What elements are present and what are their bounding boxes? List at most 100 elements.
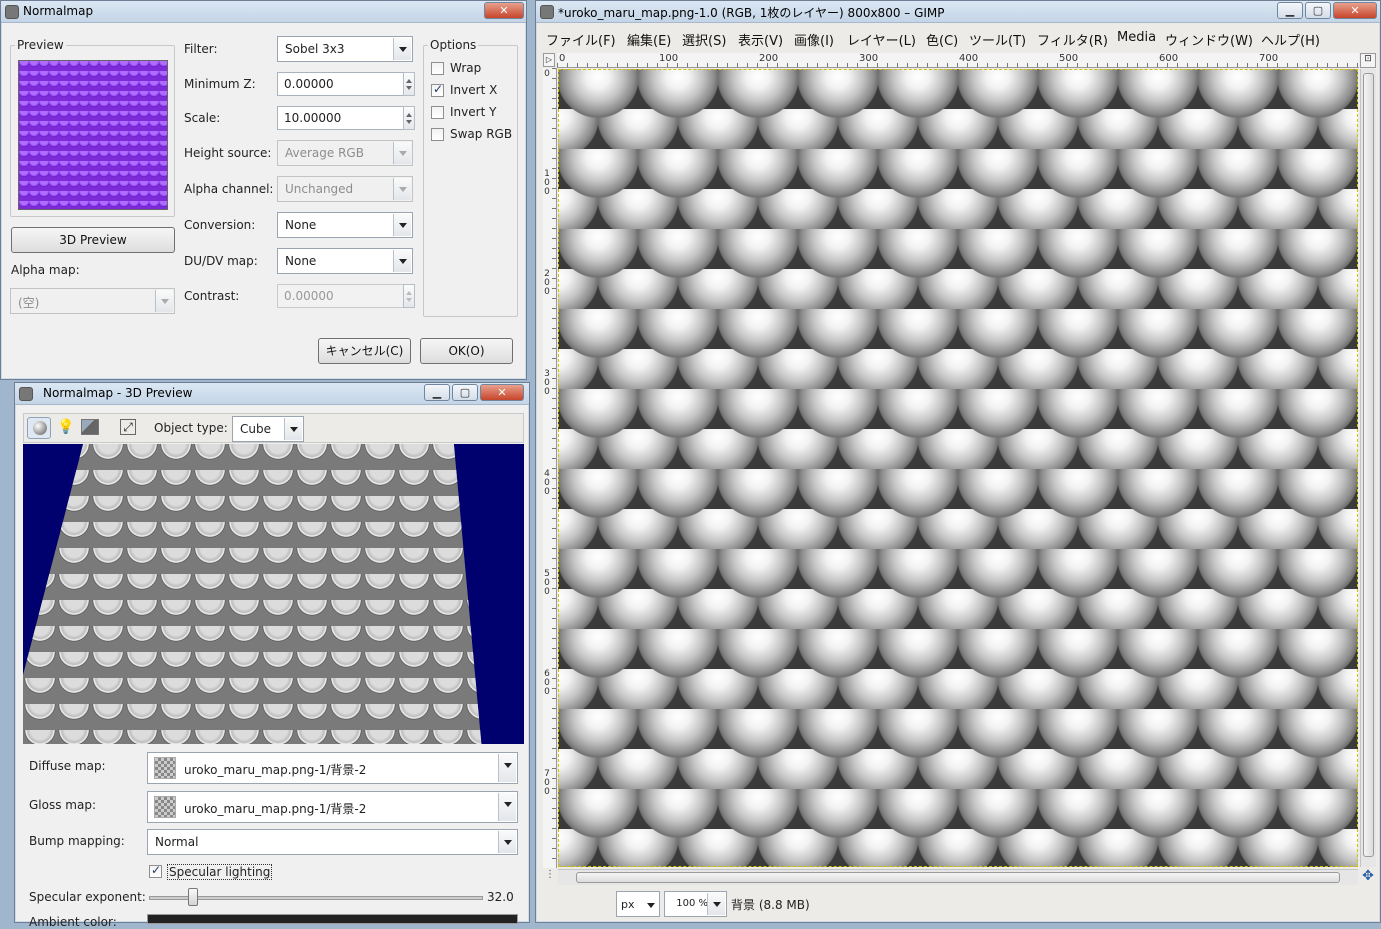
vertical-scrollbar[interactable] xyxy=(1360,69,1376,867)
chevron-down-icon[interactable] xyxy=(498,754,516,782)
minimize-icon[interactable]: ▁ xyxy=(1277,2,1303,19)
menu-view[interactable]: 表示(V) xyxy=(738,30,783,49)
filter-select[interactable]: Sobel 3x3 xyxy=(277,36,413,62)
options-label: Options xyxy=(428,38,479,52)
ruler-tick: 500 xyxy=(544,569,550,597)
close-icon[interactable]: ✕ xyxy=(1333,2,1377,19)
minimum-z-input[interactable]: 0.00000 xyxy=(277,72,404,96)
menu-select[interactable]: 選択(S) xyxy=(682,30,726,49)
specular-exponent-label: Specular exponent: xyxy=(29,890,146,904)
dudv-select[interactable]: None xyxy=(277,248,413,274)
specular-lighting-label[interactable]: Specular lighting xyxy=(167,864,273,880)
preview-3d-toolbar: 💡 ⤢ Object type: Cube xyxy=(23,413,524,443)
chevron-down-icon[interactable] xyxy=(284,418,302,440)
menu-help[interactable]: ヘルプ(H) xyxy=(1261,30,1320,49)
menu-image[interactable]: 画像(I) xyxy=(794,30,834,49)
normalmap-titlebar[interactable]: Normalmap ✕ xyxy=(1,1,526,23)
menu-tools[interactable]: ツール(T) xyxy=(969,30,1026,49)
invert-y-checkbox[interactable] xyxy=(431,106,444,119)
quick-mask-corner[interactable]: ▷ xyxy=(543,53,555,67)
gimp-menubar: ファイル(F) 編集(E) 選択(S) 表示(V) 画像(I) レイヤー(L) … xyxy=(536,24,1380,51)
unit-select[interactable]: px xyxy=(616,891,660,917)
alpha-channel-label: Alpha channel: xyxy=(184,182,274,196)
ruler-tick: 700 xyxy=(544,769,550,797)
image-canvas[interactable] xyxy=(558,69,1358,867)
navigate-icon[interactable]: ⋮ xyxy=(543,869,557,885)
preview-3d-titlebar[interactable]: Normalmap - 3D Preview ▁ ▢ ✕ xyxy=(15,383,529,405)
fullscreen-icon[interactable]: ⤢ xyxy=(120,419,136,435)
specular-exponent-handle[interactable] xyxy=(188,888,198,906)
chevron-down-icon[interactable] xyxy=(498,793,516,821)
scale-label: Scale: xyxy=(184,111,221,125)
gloss-map-select[interactable]: uroko_maru_map.png-1/背景-2 xyxy=(147,791,518,823)
chevron-down-icon[interactable] xyxy=(393,250,411,272)
menu-windows[interactable]: ウィンドウ(W) xyxy=(1165,30,1253,49)
menu-edit[interactable]: 編集(E) xyxy=(627,30,671,49)
zoom-select[interactable]: 100 % xyxy=(664,891,727,917)
close-icon[interactable]: ✕ xyxy=(484,2,524,19)
scrollbar-thumb[interactable] xyxy=(576,872,1340,883)
normalmap-dialog: Normalmap ✕ Preview 3D Preview Alpha map… xyxy=(0,0,527,380)
minimum-z-stepper[interactable] xyxy=(403,72,415,96)
horizontal-ruler[interactable]: 0 100 200 300 400 500 600 700 xyxy=(557,53,1359,68)
gloss-map-label: Gloss map: xyxy=(29,798,96,812)
wrap-checkbox[interactable] xyxy=(431,62,444,75)
zoom-fit-icon[interactable]: ⊡ xyxy=(1360,53,1376,68)
ruler-tick: 0 xyxy=(544,69,550,79)
dudv-label: DU/DV map: xyxy=(184,254,258,268)
menu-file[interactable]: ファイル(F) xyxy=(546,30,616,49)
invert-x-label[interactable]: Invert X xyxy=(450,83,497,97)
invert-x-checkbox[interactable] xyxy=(431,82,444,97)
close-icon[interactable]: ✕ xyxy=(480,384,524,401)
chevron-down-icon[interactable] xyxy=(393,38,411,60)
3d-cube-face xyxy=(23,444,482,744)
chevron-down-icon[interactable] xyxy=(498,831,516,853)
conversion-label: Conversion: xyxy=(184,218,256,232)
move-icon[interactable]: ✥ xyxy=(1360,868,1376,886)
menu-colors[interactable]: 色(C) xyxy=(926,30,958,49)
image-icon[interactable] xyxy=(81,419,99,435)
menu-layer[interactable]: レイヤー(L) xyxy=(847,30,916,49)
swap-rgb-label[interactable]: Swap RGB xyxy=(450,127,512,141)
maximize-icon[interactable]: ▢ xyxy=(1305,2,1331,19)
height-source-select: Average RGB xyxy=(277,140,413,166)
conversion-select[interactable]: None xyxy=(277,212,413,238)
gimp-icon xyxy=(540,5,554,19)
3d-preview-button[interactable]: 3D Preview xyxy=(11,227,175,253)
horizontal-scrollbar[interactable] xyxy=(558,869,1358,885)
chevron-down-icon[interactable] xyxy=(393,214,411,236)
chevron-down-icon xyxy=(155,290,173,312)
gimp-titlebar[interactable]: *uroko_maru_map.png-1.0 (RGB, 1枚のレイヤー) 8… xyxy=(536,1,1380,23)
ruler-tick: 200 xyxy=(544,269,550,297)
diffuse-map-select[interactable]: uroko_maru_map.png-1/背景-2 xyxy=(147,752,518,784)
ok-button[interactable]: OK(O) xyxy=(420,338,513,364)
dudv-value: None xyxy=(285,254,317,268)
object-type-select[interactable]: Cube xyxy=(232,416,304,442)
vertical-ruler[interactable]: 0 100 200 300 400 500 600 700 xyxy=(543,68,557,868)
specular-lighting-checkbox[interactable] xyxy=(149,863,162,878)
maximize-icon[interactable]: ▢ xyxy=(452,384,478,401)
light-icon[interactable]: 💡 xyxy=(57,419,74,437)
invert-y-label[interactable]: Invert Y xyxy=(450,105,496,119)
minimize-icon[interactable]: ▁ xyxy=(424,384,450,401)
gloss-map-value: uroko_maru_map.png-1/背景-2 xyxy=(184,802,367,816)
bump-mapping-select[interactable]: Normal xyxy=(147,829,518,855)
scale-stepper[interactable] xyxy=(403,106,415,130)
cancel-button[interactable]: キャンセル(C) xyxy=(318,338,411,364)
chevron-down-icon[interactable] xyxy=(707,893,725,915)
menu-media[interactable]: Media xyxy=(1117,30,1156,45)
3d-viewport[interactable] xyxy=(23,444,524,744)
wrap-label[interactable]: Wrap xyxy=(450,61,481,75)
gloss-map-thumb xyxy=(154,796,176,818)
alpha-channel-select: Unchanged xyxy=(277,176,413,202)
ambient-color-label: Ambient color: xyxy=(29,915,117,929)
scrollbar-thumb[interactable] xyxy=(1363,73,1374,857)
sphere-icon[interactable] xyxy=(27,417,51,439)
ruler-tick: 0 xyxy=(559,53,566,64)
ruler-tick: 100 xyxy=(659,53,679,64)
swap-rgb-checkbox[interactable] xyxy=(431,128,444,141)
gimp-icon xyxy=(19,387,33,401)
specular-exponent-slider[interactable] xyxy=(149,896,483,900)
menu-filters[interactable]: フィルタ(R) xyxy=(1037,30,1108,49)
scale-input[interactable]: 10.00000 xyxy=(277,106,404,130)
